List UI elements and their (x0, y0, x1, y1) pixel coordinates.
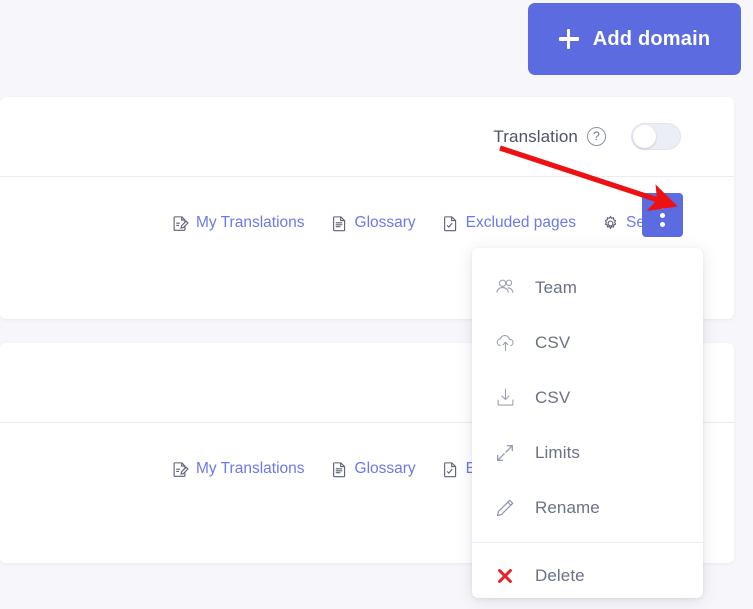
document-lines-icon (331, 215, 348, 232)
kebab-dot (660, 203, 665, 209)
kebab-dot (660, 212, 665, 218)
pencil-icon (492, 497, 518, 519)
menu-item-label: Rename (535, 497, 600, 517)
translation-toggle[interactable] (631, 123, 681, 150)
document-pencil-icon (172, 461, 189, 478)
add-domain-button[interactable]: Add domain (528, 3, 741, 75)
team-people-icon (492, 276, 518, 299)
document-pencil-icon (172, 215, 189, 232)
menu-item-delete[interactable]: Delete (472, 548, 703, 603)
menu-item-csv-download[interactable]: CSV (472, 370, 703, 425)
document-check-icon (442, 461, 459, 478)
tab-label: Glossary (354, 460, 416, 477)
tab-my-translations[interactable]: My Translations (172, 214, 305, 232)
tab-glossary-2[interactable]: Glossary (331, 460, 416, 478)
menu-item-label: Limits (535, 442, 580, 462)
document-check-icon (442, 215, 459, 232)
menu-divider (472, 542, 703, 543)
menu-item-rename[interactable]: Rename (472, 480, 703, 535)
card-header: Translation ? (0, 97, 734, 177)
cloud-upload-icon (492, 331, 518, 354)
menu-item-label: CSV (535, 332, 571, 352)
tab-glossary[interactable]: Glossary (331, 214, 416, 232)
red-x-icon (492, 566, 518, 586)
tab-label: Glossary (354, 214, 416, 231)
menu-item-label: Team (535, 277, 577, 297)
add-domain-label: Add domain (592, 27, 711, 50)
translation-label: Translation (493, 126, 578, 146)
tab-label: My Translations (195, 460, 305, 477)
kebab-menu-button[interactable] (642, 193, 683, 237)
download-tray-icon (492, 386, 518, 409)
question-mark-icon[interactable]: ? (587, 127, 606, 146)
tab-my-translations-2[interactable]: My Translations (172, 460, 305, 478)
expand-arrows-icon (492, 442, 518, 464)
tab-excluded-pages[interactable]: Excluded pages (442, 214, 576, 232)
document-lines-icon (331, 461, 348, 478)
plus-icon (558, 29, 579, 49)
toggle-knob (633, 125, 656, 148)
top-bar: Add domain (0, 0, 753, 97)
kebab-dropdown-menu: Team CSV CSV Limits Rename Delete (472, 248, 703, 598)
tab-label: My Translations (195, 214, 305, 231)
menu-item-limits[interactable]: Limits (472, 425, 703, 480)
menu-item-team[interactable]: Team (472, 260, 703, 315)
tab-label: Excluded pages (465, 214, 576, 231)
gear-icon (602, 214, 619, 232)
menu-item-label: CSV (535, 387, 571, 407)
menu-item-csv-upload[interactable]: CSV (472, 315, 703, 370)
kebab-dot (660, 221, 665, 227)
menu-item-label: Delete (535, 565, 585, 585)
translation-control-group: Translation ? (493, 123, 681, 150)
